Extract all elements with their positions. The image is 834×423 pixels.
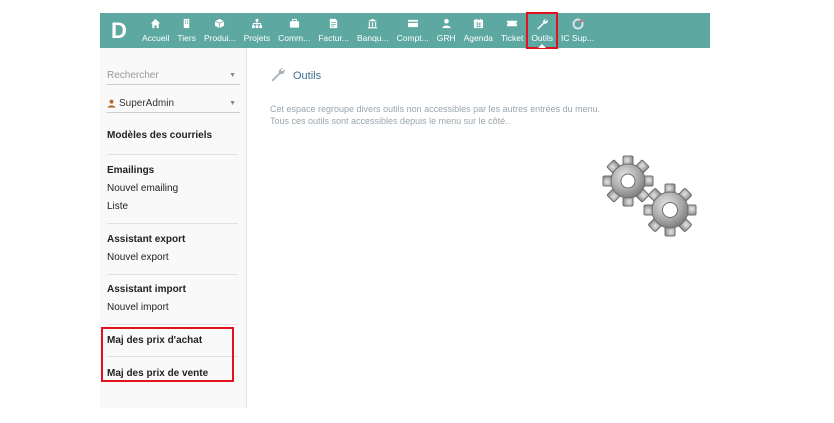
page-title: Outils: [270, 67, 321, 85]
nav-item-label: Accueil: [142, 33, 170, 43]
user-icon: [107, 99, 116, 108]
user-icon: [441, 18, 452, 32]
nav-item-agenda[interactable]: Agenda: [460, 13, 497, 48]
menu-group-emailings: Emailings Nouvel emailing Liste: [107, 165, 238, 224]
user-name-label: SuperAdmin: [119, 97, 175, 109]
nav-item-grh[interactable]: GRH: [433, 13, 460, 48]
nav-item-label: Outils: [531, 33, 554, 43]
top-navigation-bar: D Accueil Tiers Produi... Projets Comm..…: [100, 12, 710, 49]
wrench-icon: [536, 18, 548, 32]
menu-group-sale-prices: Maj des prix de vente: [107, 368, 238, 386]
menu-link-nouvel-export[interactable]: Nouvel export: [107, 252, 238, 263]
user-dropdown[interactable]: SuperAdmin ▼: [107, 94, 240, 113]
nav-item-label: Produi...: [203, 33, 236, 43]
top-menu: Accueil Tiers Produi... Projets Comm...: [138, 12, 598, 49]
nav-item-label: Ticket: [500, 33, 524, 43]
menu-link-nouvel-emailing[interactable]: Nouvel emailing: [107, 183, 238, 194]
search-placeholder: Rechercher: [107, 69, 159, 81]
invoice-icon: [328, 18, 339, 32]
gears-icon: [600, 153, 704, 248]
nav-item-label: IC Sup...: [561, 33, 595, 43]
nav-item-label: Projets: [243, 33, 271, 43]
nav-item-label: Tiers: [177, 33, 196, 43]
app-logo[interactable]: D: [100, 13, 138, 48]
page-title-text: Outils: [293, 70, 322, 82]
menu-title-assistant-export[interactable]: Assistant export: [107, 234, 238, 245]
menu-title-maj-prix-achat[interactable]: Maj des prix d'achat: [107, 335, 238, 346]
nav-item-tiers[interactable]: Tiers: [173, 13, 200, 48]
page-description: Cet espace regroupe divers outils non ac…: [270, 103, 600, 127]
nav-item-commercial[interactable]: Comm...: [274, 13, 314, 48]
calendar-icon: [473, 18, 484, 32]
menu-link-liste[interactable]: Liste: [107, 201, 238, 212]
ticket-icon: [506, 18, 518, 32]
nav-item-produits[interactable]: Produi...: [200, 13, 240, 48]
nav-item-facturation[interactable]: Factur...: [314, 13, 353, 48]
left-sidebar: Rechercher ▼ SuperAdmin ▼ Modèles des co…: [100, 48, 247, 408]
nav-item-label: Agenda: [463, 33, 493, 43]
cube-icon: [214, 18, 225, 32]
menu-group-purchase-prices: Maj des prix d'achat: [107, 335, 238, 357]
nav-item-accueil[interactable]: Accueil: [138, 13, 173, 48]
menu-group-import: Assistant import Nouvel import: [107, 284, 238, 325]
description-line-1: Cet espace regroupe divers outils non ac…: [270, 104, 601, 114]
menu-title-assistant-import[interactable]: Assistant import: [107, 284, 238, 295]
nav-item-ic-support[interactable]: IC Sup...: [557, 13, 598, 48]
caret-down-icon: ▼: [229, 99, 236, 107]
nav-item-label: GRH: [436, 33, 456, 43]
menu-title-modeles-courriels[interactable]: Modèles des courriels: [107, 130, 238, 141]
menu-title-emailings[interactable]: Emailings: [107, 165, 238, 176]
caret-down-icon: ▼: [229, 71, 236, 79]
wrench-icon: [270, 67, 285, 85]
nav-item-label: Banqu...: [356, 33, 389, 43]
bank-icon: [367, 18, 378, 32]
nav-item-comptabilite[interactable]: Compt...: [393, 13, 433, 48]
module-icon: [572, 18, 584, 32]
user-name: SuperAdmin: [107, 98, 174, 109]
nav-item-label: Factur...: [318, 33, 349, 43]
briefcase-icon: [289, 18, 300, 32]
description-line-2: Tous ces outils sont accessibles depuis …: [270, 116, 511, 126]
nav-item-label: Comm...: [278, 33, 311, 43]
menu-link-nouvel-import[interactable]: Nouvel import: [107, 302, 238, 313]
home-icon: [150, 18, 161, 32]
nav-item-outils[interactable]: Outils: [526, 12, 559, 49]
building-icon: [181, 18, 192, 32]
nav-item-banque[interactable]: Banqu...: [353, 13, 393, 48]
menu-group-email-templates: Modèles des courriels: [107, 130, 238, 155]
nav-item-ticket[interactable]: Ticket: [497, 13, 527, 48]
sitemap-icon: [251, 18, 263, 32]
nav-item-projets[interactable]: Projets: [240, 13, 274, 48]
nav-item-label: Compt...: [396, 33, 429, 43]
ledger-icon: [407, 18, 419, 32]
menu-title-maj-prix-vente[interactable]: Maj des prix de vente: [107, 368, 238, 379]
search-dropdown[interactable]: Rechercher ▼: [107, 66, 240, 85]
menu-group-export: Assistant export Nouvel export: [107, 234, 238, 275]
